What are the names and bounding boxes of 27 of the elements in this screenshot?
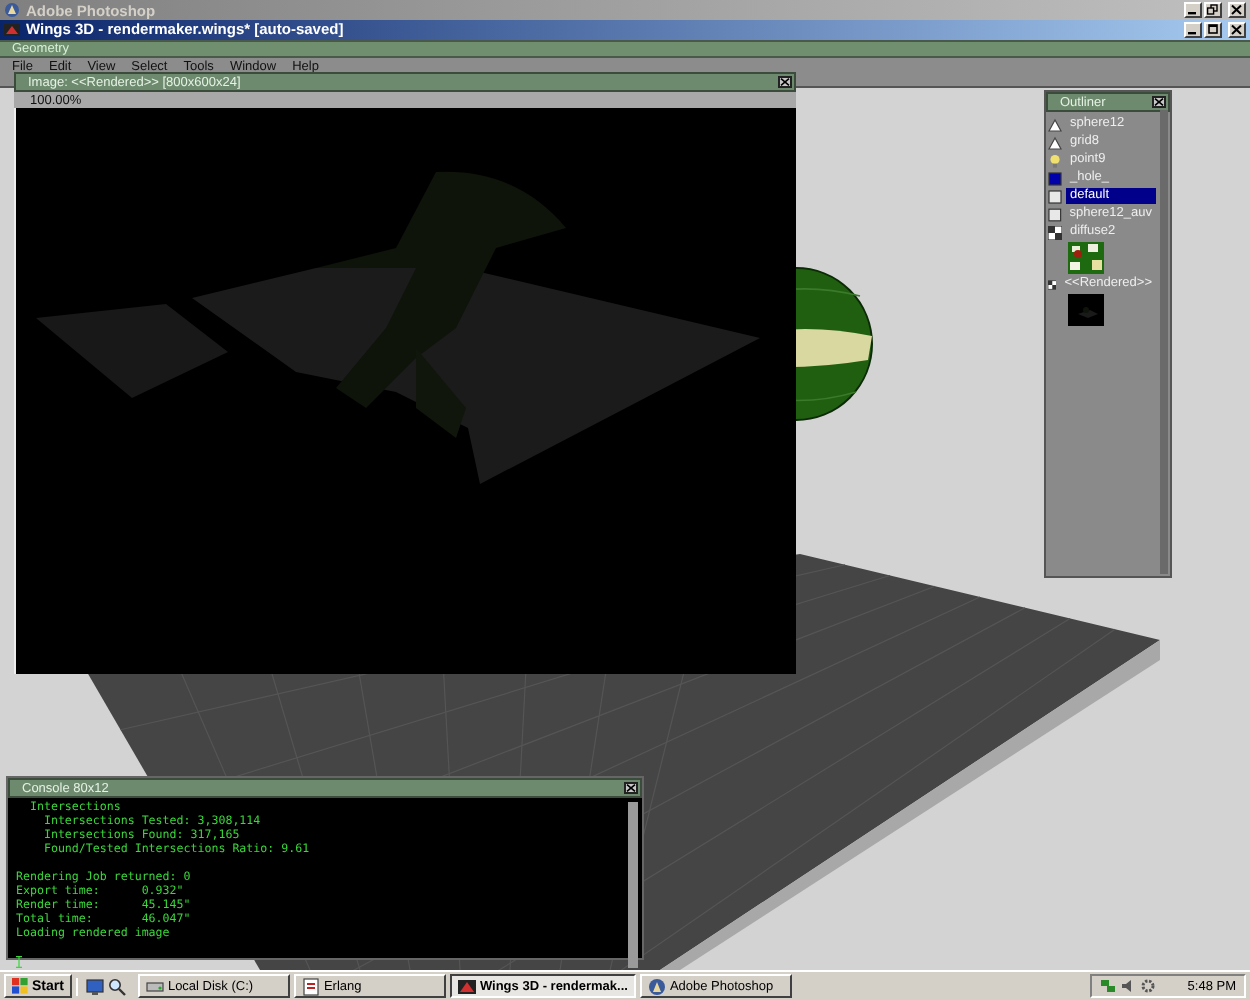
close-button[interactable] bbox=[624, 782, 638, 794]
app-icon bbox=[457, 977, 476, 995]
windows-logo-icon bbox=[12, 978, 28, 994]
checker-icon bbox=[1048, 277, 1057, 291]
close-icon bbox=[780, 78, 790, 86]
close-button[interactable] bbox=[778, 76, 792, 88]
close-icon bbox=[626, 784, 636, 792]
text-cursor-icon bbox=[16, 956, 22, 968]
speaker-icon[interactable] bbox=[1119, 978, 1136, 994]
maximize-icon bbox=[1206, 23, 1220, 36]
close-icon bbox=[1230, 4, 1244, 16]
document-icon bbox=[301, 977, 320, 995]
maximize-button[interactable] bbox=[1204, 21, 1222, 38]
restore-icon bbox=[1206, 4, 1220, 16]
app-icon bbox=[4, 2, 20, 18]
drive-icon bbox=[145, 977, 164, 995]
close-icon bbox=[1154, 98, 1164, 106]
magnifier-icon[interactable] bbox=[107, 977, 126, 995]
close-icon bbox=[1230, 23, 1244, 36]
app-icon bbox=[647, 977, 666, 995]
checker-icon bbox=[1048, 225, 1062, 239]
close-button[interactable] bbox=[1152, 96, 1166, 108]
app-icon bbox=[4, 21, 20, 38]
desktop-icon[interactable] bbox=[85, 977, 104, 995]
bulb-icon bbox=[1048, 153, 1062, 167]
minimize-button[interactable] bbox=[1184, 21, 1202, 38]
network-icon[interactable] bbox=[1099, 978, 1116, 994]
